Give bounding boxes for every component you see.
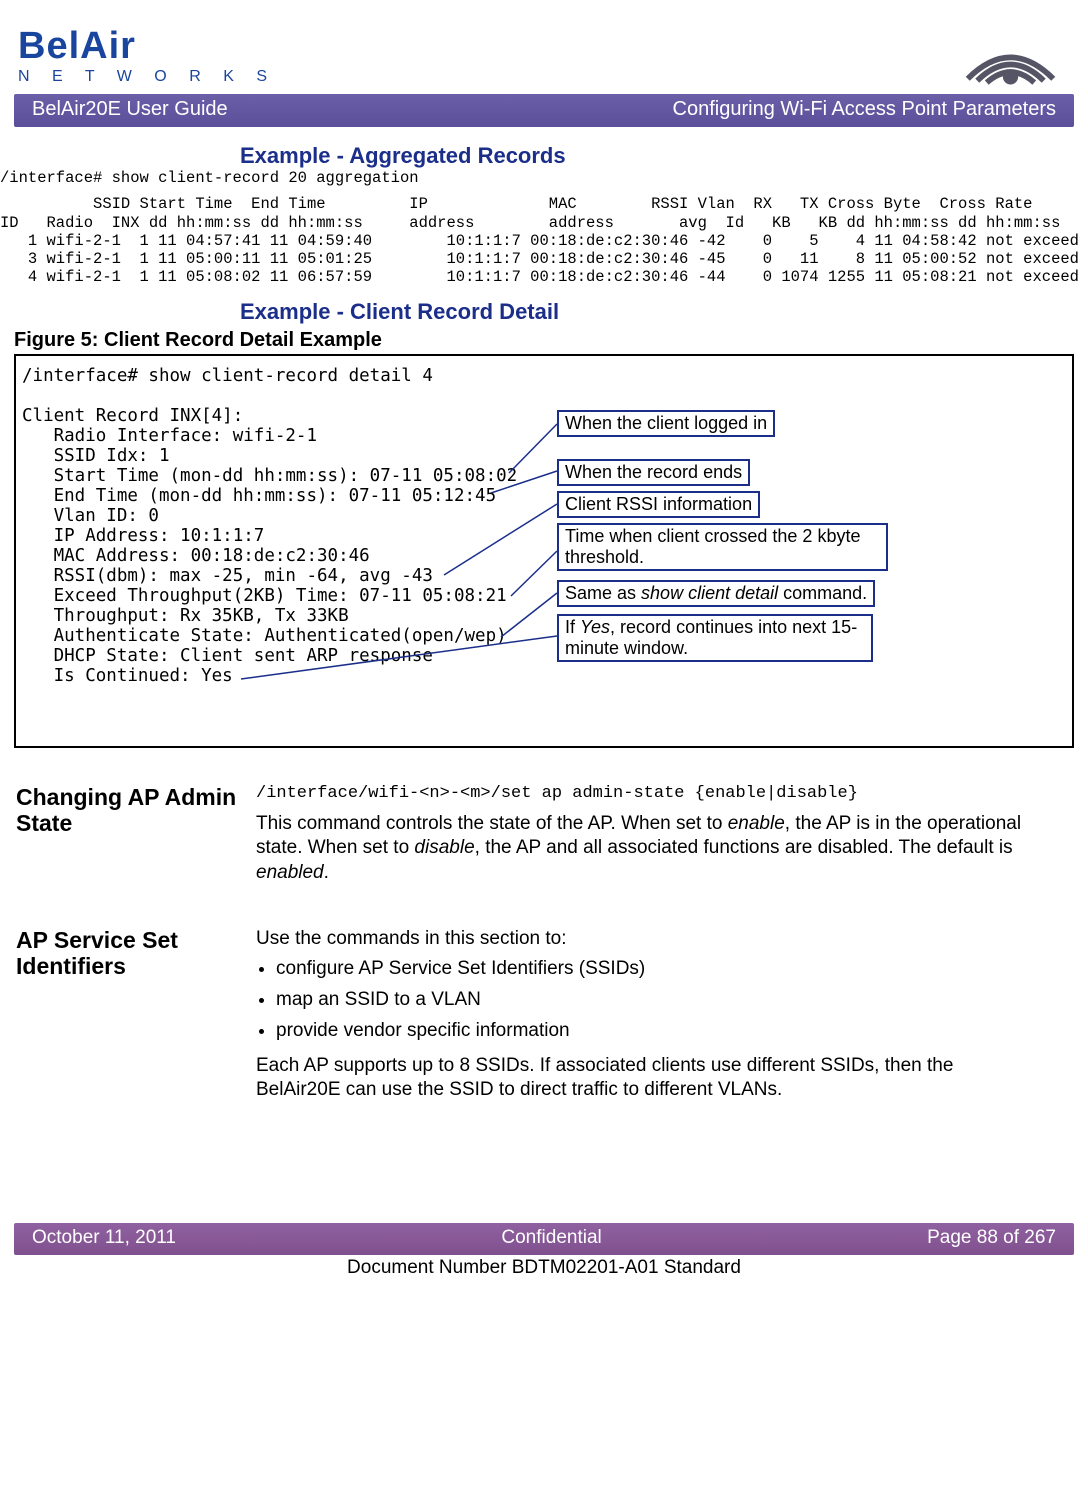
callout-rssi: Client RSSI information (557, 491, 760, 518)
callout-continued: If Yes, record continues into next 15-mi… (557, 614, 873, 662)
section1-body: /interface/wifi-<n>-<m>/set ap admin-sta… (256, 784, 1034, 905)
figure5-caption: Figure 5: Client Record Detail Example (14, 329, 1088, 352)
list-item: provide vendor specific information (276, 1019, 1034, 1044)
page-header: BelAir20E User Guide Configuring Wi-Fi A… (14, 94, 1074, 127)
footer-right: Page 88 of 267 (927, 1227, 1056, 1249)
callout-italic: Yes (580, 617, 610, 637)
logo-subtitle: N E T W O R K S (18, 68, 276, 86)
section-admin-state: Changing AP Admin State /interface/wifi-… (16, 784, 1034, 905)
client-record-box: /interface# show client-record detail 4 … (14, 354, 1074, 748)
example1-command: /interface# show client-record 20 aggreg… (0, 169, 1088, 187)
callout-threshold: Time when client crossed the 2 kbyte thr… (557, 523, 888, 571)
section2-intro: Use the commands in this section to: (256, 927, 1034, 952)
callout-text: command. (778, 583, 867, 603)
example2-title: Example - Client Record Detail (240, 299, 1088, 325)
logo-name: BelAir (18, 25, 276, 68)
section1-command: /interface/wifi-<n>-<m>/set ap admin-sta… (256, 784, 1034, 804)
top-bar: BelAir N E T W O R K S (0, 0, 1088, 94)
callout-text: If (565, 617, 580, 637)
footer-left: October 11, 2011 (32, 1227, 176, 1249)
callout-italic: show client detail (641, 583, 778, 603)
page-footer: October 11, 2011 Confidential Page 88 of… (14, 1223, 1074, 1255)
body-text: . (324, 862, 329, 883)
body-italic: enabled (256, 862, 324, 883)
client-record-output: /interface# show client-record detail 4 … (22, 366, 1066, 686)
example1-title: Example - Aggregated Records (240, 143, 1088, 169)
list-item: configure AP Service Set Identifiers (SS… (276, 957, 1034, 982)
section2-body: Use the commands in this section to: con… (256, 927, 1034, 1103)
body-text: This command controls the state of the A… (256, 813, 728, 834)
logo: BelAir N E T W O R K S (18, 25, 276, 86)
section-ssids: AP Service Set Identifiers Use the comma… (16, 927, 1034, 1103)
callout-record-end: When the record ends (557, 459, 750, 486)
body-italic: disable (414, 837, 474, 858)
section2-bullets: configure AP Service Set Identifiers (SS… (256, 957, 1034, 1043)
document-number: Document Number BDTM02201-A01 Standard (0, 1257, 1088, 1279)
wave-icon (963, 20, 1058, 90)
aggregation-table: SSID Start Time End Time IP MAC RSSI Vla… (0, 195, 1088, 286)
footer-center: Confidential (501, 1227, 601, 1249)
header-right: Configuring Wi-Fi Access Point Parameter… (673, 98, 1056, 121)
section1-heading: Changing AP Admin State (16, 784, 246, 905)
section2-heading: AP Service Set Identifiers (16, 927, 246, 1103)
callout-text: Same as (565, 583, 641, 603)
callout-logged-in: When the client logged in (557, 410, 775, 437)
section2-tail: Each AP supports up to 8 SSIDs. If assoc… (256, 1054, 1034, 1103)
body-text: , the AP and all associated functions ar… (475, 837, 1013, 858)
header-left: BelAir20E User Guide (32, 98, 228, 121)
callout-same-as: Same as show client detail command. (557, 580, 875, 607)
list-item: map an SSID to a VLAN (276, 988, 1034, 1013)
body-italic: enable (728, 813, 785, 834)
